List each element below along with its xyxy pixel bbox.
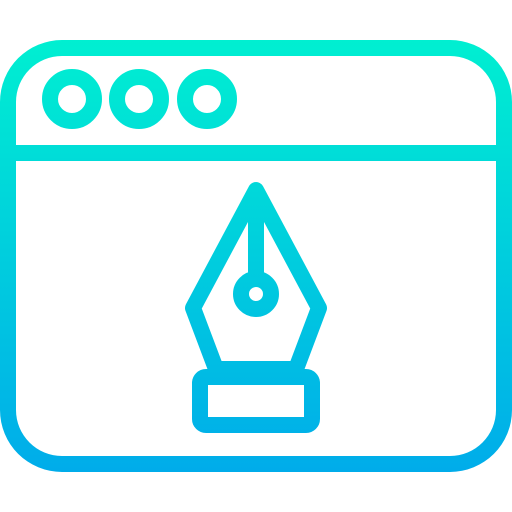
window-control-circle-1-icon <box>42 69 102 129</box>
window-control-circle-2-icon <box>109 69 169 129</box>
icon-canvas <box>0 0 512 512</box>
pen-nib-icon <box>185 182 327 433</box>
titlebar-divider <box>16 145 496 161</box>
window-control-circle-3-icon <box>177 69 237 129</box>
browser-pen-tool-icon <box>0 40 512 472</box>
